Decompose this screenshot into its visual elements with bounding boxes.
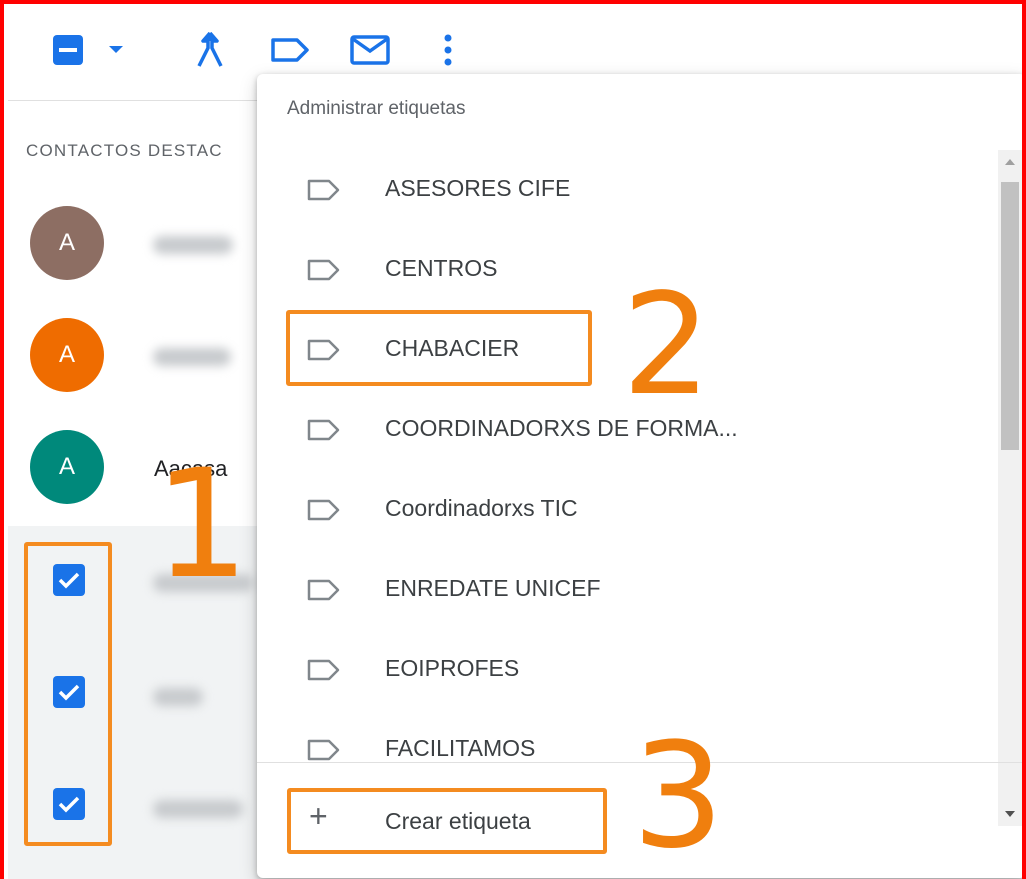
label-icon[interactable] <box>266 30 314 70</box>
label-name: ENREDATE UNICEF <box>385 575 601 601</box>
label-outline-icon <box>307 579 340 601</box>
annotation-box-1 <box>24 542 112 846</box>
email-icon[interactable] <box>346 30 394 70</box>
annotation-number-2: 2 <box>622 264 712 427</box>
label-item[interactable]: ENREDATE UNICEF <box>257 550 997 630</box>
contact-name-blurred <box>153 688 203 706</box>
label-outline-icon <box>307 259 340 281</box>
label-name: FACILITAMOS <box>385 735 536 761</box>
merge-icon[interactable] <box>190 30 230 70</box>
label-item[interactable]: EOIPROFES <box>257 630 997 710</box>
label-outline-icon <box>307 179 340 201</box>
label-outline-icon <box>307 739 340 761</box>
label-item[interactable]: ASESORES CIFE <box>257 150 997 230</box>
starred-contacts-heading: CONTACTOS DESTAC <box>26 141 223 160</box>
avatar: A <box>30 206 104 280</box>
label-item[interactable]: FACILITAMOS <box>257 710 997 790</box>
screenshot-frame: CONTACTOS DESTAC A A A Aacasa 1 Administ… <box>0 0 1026 879</box>
menu-header: Administrar etiquetas <box>287 98 466 119</box>
select-all-checkbox-icon[interactable] <box>48 30 88 70</box>
annotation-number-1: 1 <box>154 438 250 612</box>
avatar: A <box>30 430 104 504</box>
label-name: ASESORES CIFE <box>385 175 571 201</box>
label-list: ASESORES CIFE CENTROS CHABACIER COORDINA… <box>257 150 997 826</box>
label-name: EOIPROFES <box>385 655 520 681</box>
label-name: CENTROS <box>385 255 498 281</box>
label-name: Coordinadorxs TIC <box>385 495 578 521</box>
contact-name-blurred <box>153 348 231 366</box>
avatar: A <box>30 318 104 392</box>
label-outline-icon <box>307 499 340 521</box>
annotation-box-3 <box>287 788 607 854</box>
label-outline-icon <box>307 659 340 681</box>
more-vert-icon[interactable] <box>436 30 460 70</box>
contact-name-blurred <box>153 236 233 254</box>
label-outline-icon <box>307 419 340 441</box>
label-item[interactable]: Coordinadorxs TIC <box>257 470 997 550</box>
scroll-up-arrow-icon[interactable] <box>998 150 1022 174</box>
scroll-thumb[interactable] <box>1001 182 1019 450</box>
annotation-box-2 <box>286 310 592 386</box>
annotation-number-3: 3 <box>632 712 725 879</box>
menu-scrollbar[interactable] <box>998 150 1022 826</box>
chevron-down-icon[interactable] <box>104 30 128 70</box>
contact-name-blurred <box>153 800 243 818</box>
